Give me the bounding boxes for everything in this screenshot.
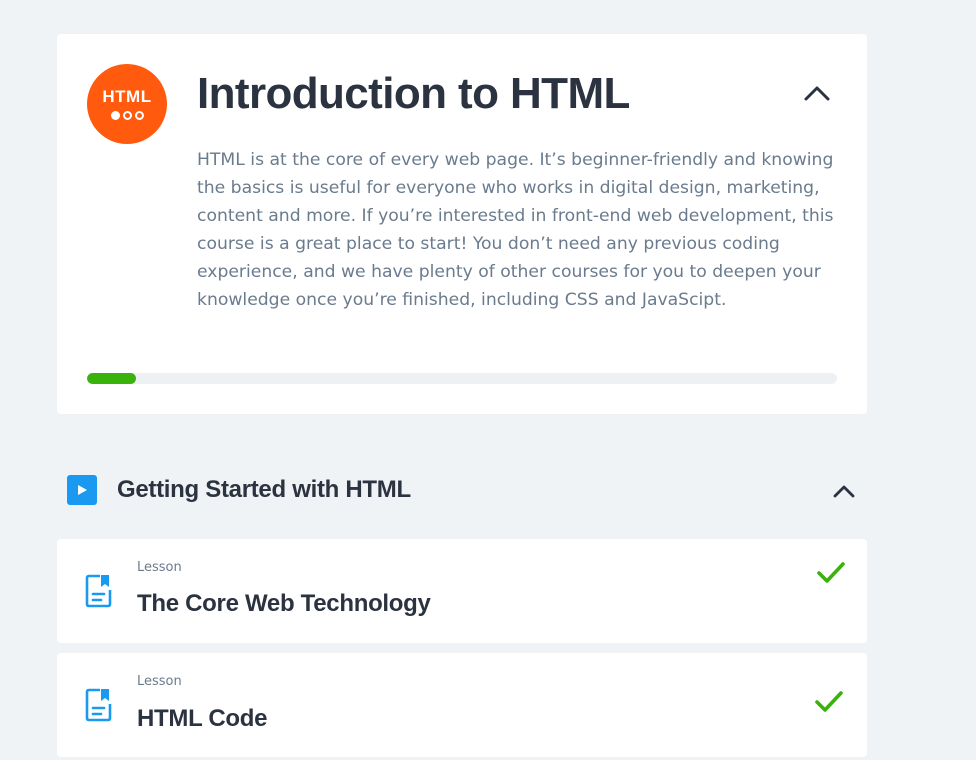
badge-dot <box>110 111 120 120</box>
play-icon <box>67 475 97 505</box>
course-badge-icon: HTML <box>87 64 167 144</box>
lesson-item[interactable]: Lesson The Core Web Technology <box>57 539 867 643</box>
course-progress-fill <box>87 373 136 384</box>
course-badge-label: HTML <box>102 87 152 106</box>
check-icon <box>817 562 845 583</box>
check-icon <box>815 691 843 712</box>
document-icon <box>85 688 112 722</box>
badge-dot <box>122 111 132 120</box>
section-header[interactable]: Getting Started with HTML <box>57 470 867 512</box>
chevron-up-icon <box>833 485 855 498</box>
course-collapse-button[interactable] <box>803 78 831 108</box>
course-title: Introduction to HTML <box>197 69 630 118</box>
badge-dots <box>110 111 144 120</box>
document-icon <box>85 574 112 608</box>
lesson-title: HTML Code <box>137 705 268 732</box>
chevron-up-icon <box>804 86 830 101</box>
lesson-type: Lesson <box>137 560 182 575</box>
lesson-title: The Core Web Technology <box>137 590 431 617</box>
badge-dot <box>134 111 144 120</box>
section-collapse-button[interactable] <box>829 478 859 504</box>
course-card: HTML Introduction to HTML HTML is at the… <box>57 34 867 414</box>
course-progress-bar <box>87 373 837 384</box>
lesson-item[interactable]: Lesson HTML Code <box>57 653 867 757</box>
lesson-type: Lesson <box>137 674 182 689</box>
section-title: Getting Started with HTML <box>117 476 411 503</box>
course-description: HTML is at the core of every web page. I… <box>197 150 834 310</box>
